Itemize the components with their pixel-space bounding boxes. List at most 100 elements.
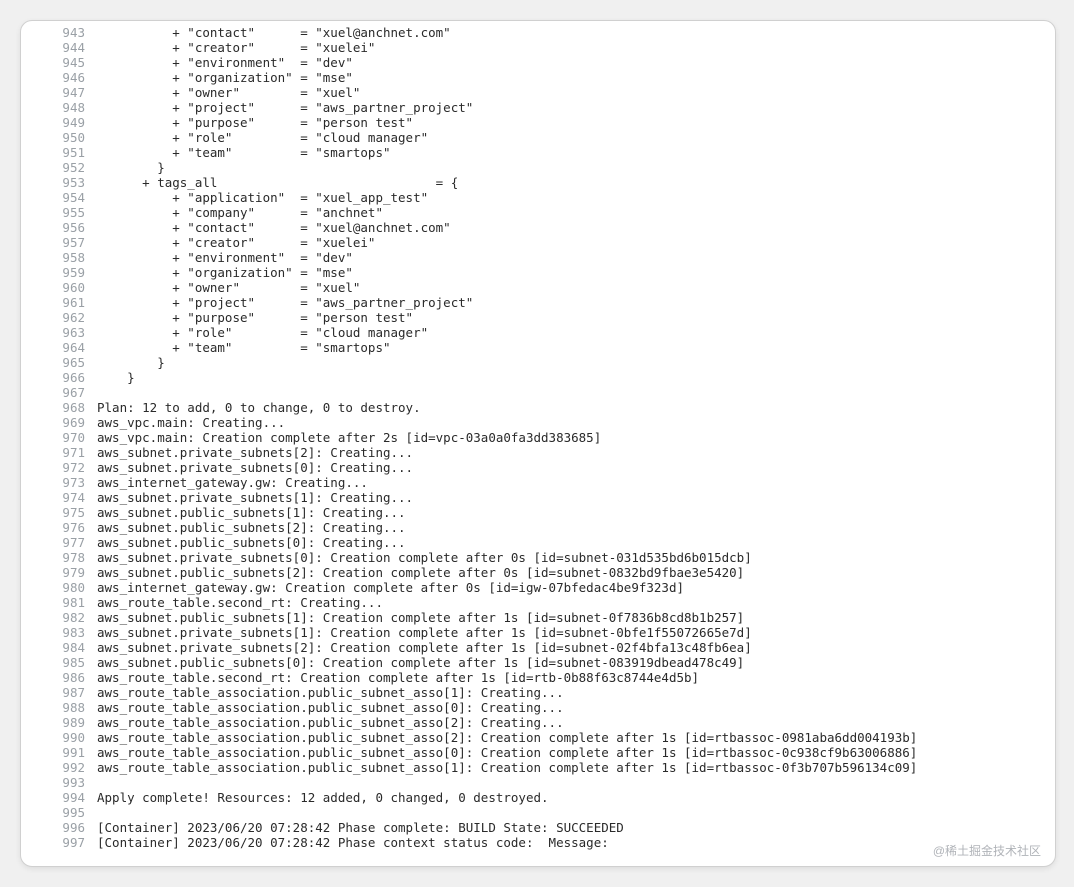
line-content: + "organization" = "mse" — [97, 70, 1055, 85]
line-content — [97, 775, 1055, 790]
line-number: 958 — [21, 250, 97, 265]
line-content: aws_subnet.private_subnets[2]: Creation … — [97, 640, 1055, 655]
code-line: 964 + "team" = "smartops" — [21, 340, 1055, 355]
line-content: aws_internet_gateway.gw: Creating... — [97, 475, 1055, 490]
code-line: 958 + "environment" = "dev" — [21, 250, 1055, 265]
code-line: 987aws_route_table_association.public_su… — [21, 685, 1055, 700]
line-number: 961 — [21, 295, 97, 310]
line-content: aws_route_table.second_rt: Creation comp… — [97, 670, 1055, 685]
line-number: 955 — [21, 205, 97, 220]
line-number: 959 — [21, 265, 97, 280]
line-number: 943 — [21, 25, 97, 40]
line-content: + "project" = "aws_partner_project" — [97, 100, 1055, 115]
line-content: [Container] 2023/06/20 07:28:42 Phase co… — [97, 835, 1055, 850]
line-number: 975 — [21, 505, 97, 520]
line-content: aws_subnet.public_subnets[0]: Creation c… — [97, 655, 1055, 670]
code-line: 988aws_route_table_association.public_su… — [21, 700, 1055, 715]
code-line: 994Apply complete! Resources: 12 added, … — [21, 790, 1055, 805]
code-line: 962 + "purpose" = "person test" — [21, 310, 1055, 325]
code-line: 985aws_subnet.public_subnets[0]: Creatio… — [21, 655, 1055, 670]
code-line: 948 + "project" = "aws_partner_project" — [21, 100, 1055, 115]
line-number: 976 — [21, 520, 97, 535]
line-number: 979 — [21, 565, 97, 580]
line-content: + "application" = "xuel_app_test" — [97, 190, 1055, 205]
code-line: 959 + "organization" = "mse" — [21, 265, 1055, 280]
code-line: 974aws_subnet.private_subnets[1]: Creati… — [21, 490, 1055, 505]
line-content: aws_internet_gateway.gw: Creation comple… — [97, 580, 1055, 595]
line-number: 960 — [21, 280, 97, 295]
line-content: aws_route_table_association.public_subne… — [97, 700, 1055, 715]
line-number: 990 — [21, 730, 97, 745]
code-line: 990aws_route_table_association.public_su… — [21, 730, 1055, 745]
line-number: 978 — [21, 550, 97, 565]
line-number: 980 — [21, 580, 97, 595]
code-line: 982aws_subnet.public_subnets[1]: Creatio… — [21, 610, 1055, 625]
line-content: aws_subnet.public_subnets[2]: Creation c… — [97, 565, 1055, 580]
line-number: 952 — [21, 160, 97, 175]
code-line: 968Plan: 12 to add, 0 to change, 0 to de… — [21, 400, 1055, 415]
line-content — [97, 805, 1055, 820]
code-line: 979aws_subnet.public_subnets[2]: Creatio… — [21, 565, 1055, 580]
code-line: 971aws_subnet.private_subnets[2]: Creati… — [21, 445, 1055, 460]
line-content: + "purpose" = "person test" — [97, 115, 1055, 130]
line-number: 966 — [21, 370, 97, 385]
line-content: + "team" = "smartops" — [97, 340, 1055, 355]
code-line: 993 — [21, 775, 1055, 790]
line-number: 945 — [21, 55, 97, 70]
line-content: aws_subnet.public_subnets[0]: Creating..… — [97, 535, 1055, 550]
code-line: 955 + "company" = "anchnet" — [21, 205, 1055, 220]
line-content: + "owner" = "xuel" — [97, 85, 1055, 100]
line-number: 974 — [21, 490, 97, 505]
code-line: 950 + "role" = "cloud manager" — [21, 130, 1055, 145]
code-line: 978aws_subnet.private_subnets[0]: Creati… — [21, 550, 1055, 565]
line-content: aws_route_table_association.public_subne… — [97, 760, 1055, 775]
line-number: 973 — [21, 475, 97, 490]
code-line: 980aws_internet_gateway.gw: Creation com… — [21, 580, 1055, 595]
line-content: aws_subnet.public_subnets[2]: Creating..… — [97, 520, 1055, 535]
code-frame: 943 + "contact" = "xuel@anchnet.com"944 … — [20, 20, 1056, 867]
code-line: 989aws_route_table_association.public_su… — [21, 715, 1055, 730]
code-line: 981aws_route_table.second_rt: Creating..… — [21, 595, 1055, 610]
line-number: 971 — [21, 445, 97, 460]
code-line: 960 + "owner" = "xuel" — [21, 280, 1055, 295]
line-content: aws_subnet.private_subnets[2]: Creating.… — [97, 445, 1055, 460]
line-number: 965 — [21, 355, 97, 370]
line-content — [97, 385, 1055, 400]
line-number: 972 — [21, 460, 97, 475]
line-content: aws_subnet.public_subnets[1]: Creation c… — [97, 610, 1055, 625]
line-content: + "contact" = "xuel@anchnet.com" — [97, 220, 1055, 235]
line-content: + "organization" = "mse" — [97, 265, 1055, 280]
line-number: 982 — [21, 610, 97, 625]
line-content: + "company" = "anchnet" — [97, 205, 1055, 220]
code-line: 973aws_internet_gateway.gw: Creating... — [21, 475, 1055, 490]
line-content: + "role" = "cloud manager" — [97, 130, 1055, 145]
line-content: [Container] 2023/06/20 07:28:42 Phase co… — [97, 820, 1055, 835]
code-line: 969aws_vpc.main: Creating... — [21, 415, 1055, 430]
line-content: } — [97, 355, 1055, 370]
code-line: 954 + "application" = "xuel_app_test" — [21, 190, 1055, 205]
code-line: 943 + "contact" = "xuel@anchnet.com" — [21, 25, 1055, 40]
line-content: aws_subnet.private_subnets[0]: Creation … — [97, 550, 1055, 565]
code-line: 997[Container] 2023/06/20 07:28:42 Phase… — [21, 835, 1055, 850]
line-number: 944 — [21, 40, 97, 55]
line-number: 954 — [21, 190, 97, 205]
line-content: + "role" = "cloud manager" — [97, 325, 1055, 340]
code-line: 957 + "creator" = "xuelei" — [21, 235, 1055, 250]
line-content: Apply complete! Resources: 12 added, 0 c… — [97, 790, 1055, 805]
line-content: aws_route_table_association.public_subne… — [97, 715, 1055, 730]
code-line: 991aws_route_table_association.public_su… — [21, 745, 1055, 760]
line-content: aws_subnet.private_subnets[0]: Creating.… — [97, 460, 1055, 475]
code-line: 992aws_route_table_association.public_su… — [21, 760, 1055, 775]
line-number: 970 — [21, 430, 97, 445]
code-line: 975aws_subnet.public_subnets[1]: Creatin… — [21, 505, 1055, 520]
code-line: 961 + "project" = "aws_partner_project" — [21, 295, 1055, 310]
line-number: 956 — [21, 220, 97, 235]
line-content: Plan: 12 to add, 0 to change, 0 to destr… — [97, 400, 1055, 415]
line-number: 987 — [21, 685, 97, 700]
code-line: 977aws_subnet.public_subnets[0]: Creatin… — [21, 535, 1055, 550]
code-line: 952 } — [21, 160, 1055, 175]
code-line: 949 + "purpose" = "person test" — [21, 115, 1055, 130]
line-number: 946 — [21, 70, 97, 85]
code-line: 963 + "role" = "cloud manager" — [21, 325, 1055, 340]
line-number: 947 — [21, 85, 97, 100]
